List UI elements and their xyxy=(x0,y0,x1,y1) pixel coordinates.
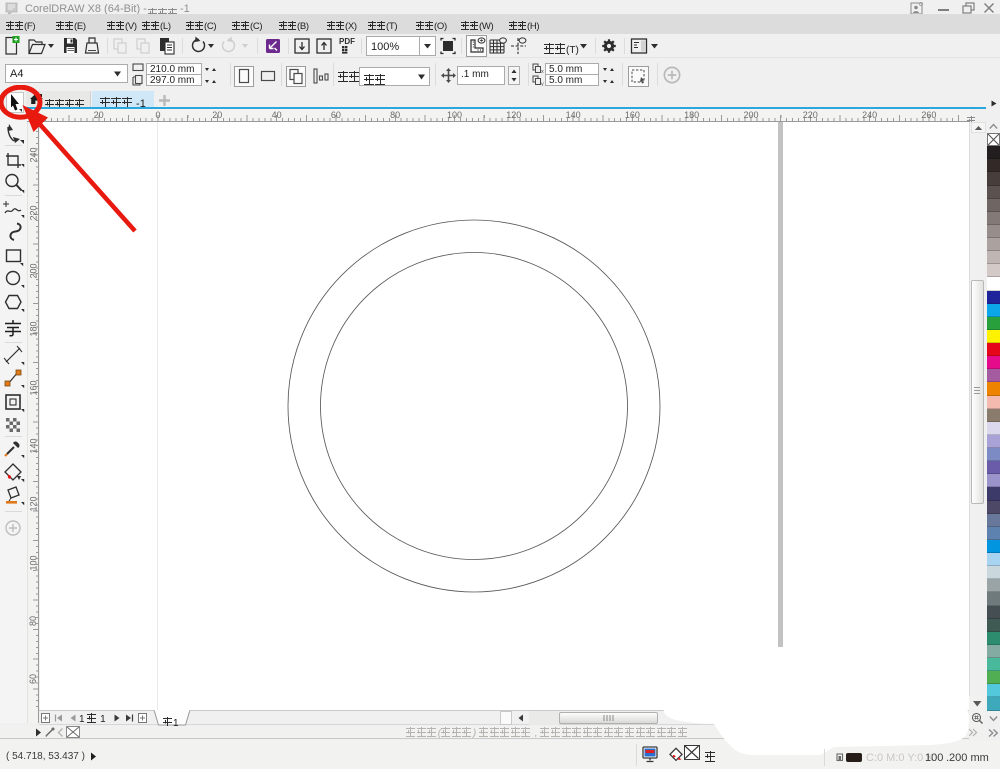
svg-text:y: y xyxy=(541,82,544,87)
svg-text:x: x xyxy=(541,69,544,75)
svg-text:100%: 100% xyxy=(371,41,399,53)
svg-text:PDF: PDF xyxy=(339,37,355,46)
